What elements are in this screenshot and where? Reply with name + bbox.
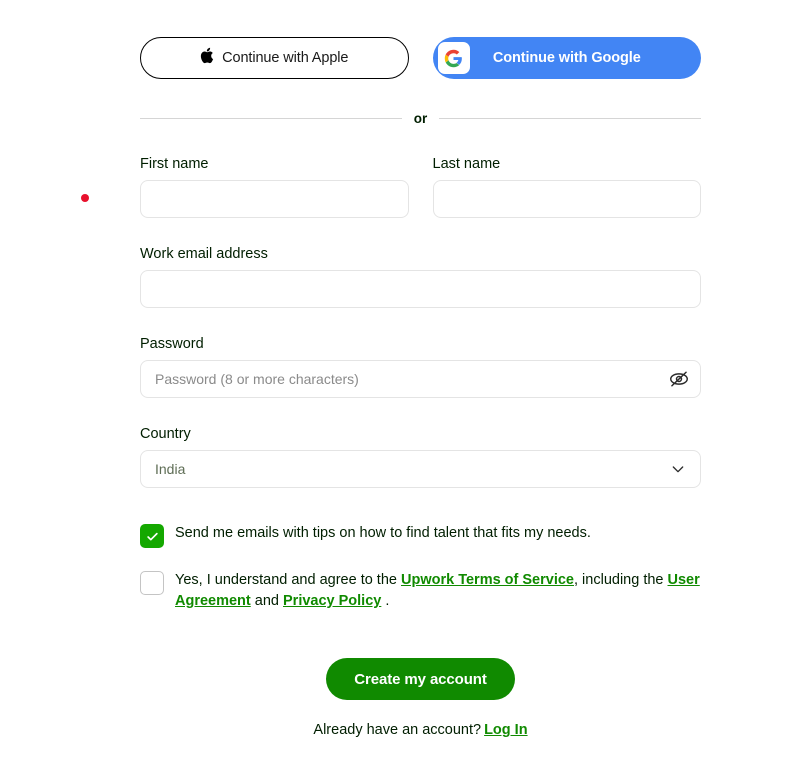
password-input[interactable] [140, 360, 701, 398]
divider-line-left [140, 118, 402, 119]
signup-form-container: Continue with Apple Continue with Google… [140, 0, 701, 738]
submit-row: Create my account [140, 658, 701, 701]
last-name-label: Last name [432, 156, 501, 172]
name-fields-row: First name Last name [140, 156, 701, 218]
login-prompt-text: Already have an account? [313, 722, 482, 739]
email-optin-row: Send me emails with tips on how to find … [140, 523, 701, 548]
eye-slash-icon[interactable] [665, 365, 693, 393]
first-name-label: First name [140, 156, 209, 172]
privacy-policy-link[interactable]: Privacy Policy [283, 593, 381, 609]
or-divider: or [140, 111, 701, 126]
last-name-input[interactable] [432, 180, 701, 218]
email-label: Work email address [140, 246, 268, 262]
create-my-account-button[interactable]: Create my account [326, 658, 515, 701]
terms-agreement-row: Yes, I understand and agree to the Upwor… [140, 570, 701, 612]
continue-with-apple-label: Continue with Apple [222, 50, 349, 66]
terms-of-service-link[interactable]: Upwork Terms of Service [401, 572, 574, 588]
continue-with-google-label: Continue with Google [492, 50, 641, 66]
email-optin-label: Send me emails with tips on how to find … [175, 525, 591, 541]
country-label: Country [140, 426, 191, 442]
password-label: Password [140, 336, 204, 352]
log-in-link[interactable]: Log In [484, 722, 528, 738]
first-name-field-group: First name [140, 156, 409, 218]
terms-agreement-text: Yes, I understand and agree to the Upwor… [175, 570, 701, 612]
cursor-indicator-dot [81, 194, 89, 202]
terms-text-part-1: Yes, I understand and agree to the [175, 572, 401, 588]
email-optin-checkbox[interactable] [140, 524, 164, 548]
email-field-group: Work email address [140, 246, 701, 308]
chevron-down-icon[interactable] [667, 458, 689, 480]
email-input[interactable] [140, 270, 701, 308]
apple-logo-icon [200, 47, 214, 68]
terms-text-part-4: . [381, 593, 390, 610]
login-prompt-row: Already have an account? Log In [140, 722, 701, 738]
continue-with-google-button[interactable]: Continue with Google [432, 37, 701, 79]
terms-text-part-2: , including the [574, 572, 668, 588]
password-input-wrapper [140, 360, 701, 398]
social-auth-row: Continue with Apple Continue with Google [140, 0, 701, 79]
terms-agreement-checkbox[interactable] [140, 571, 164, 595]
continue-with-apple-button[interactable]: Continue with Apple [140, 37, 409, 79]
country-select[interactable] [140, 450, 701, 488]
divider-label: or [413, 111, 428, 126]
country-select-wrapper [140, 450, 701, 488]
password-field-group: Password [140, 336, 701, 398]
first-name-input[interactable] [140, 180, 409, 218]
divider-line-right [439, 118, 701, 119]
terms-text-part-3: and [250, 593, 283, 610]
country-field-group: Country [140, 426, 701, 488]
last-name-field-group: Last name [432, 156, 701, 218]
